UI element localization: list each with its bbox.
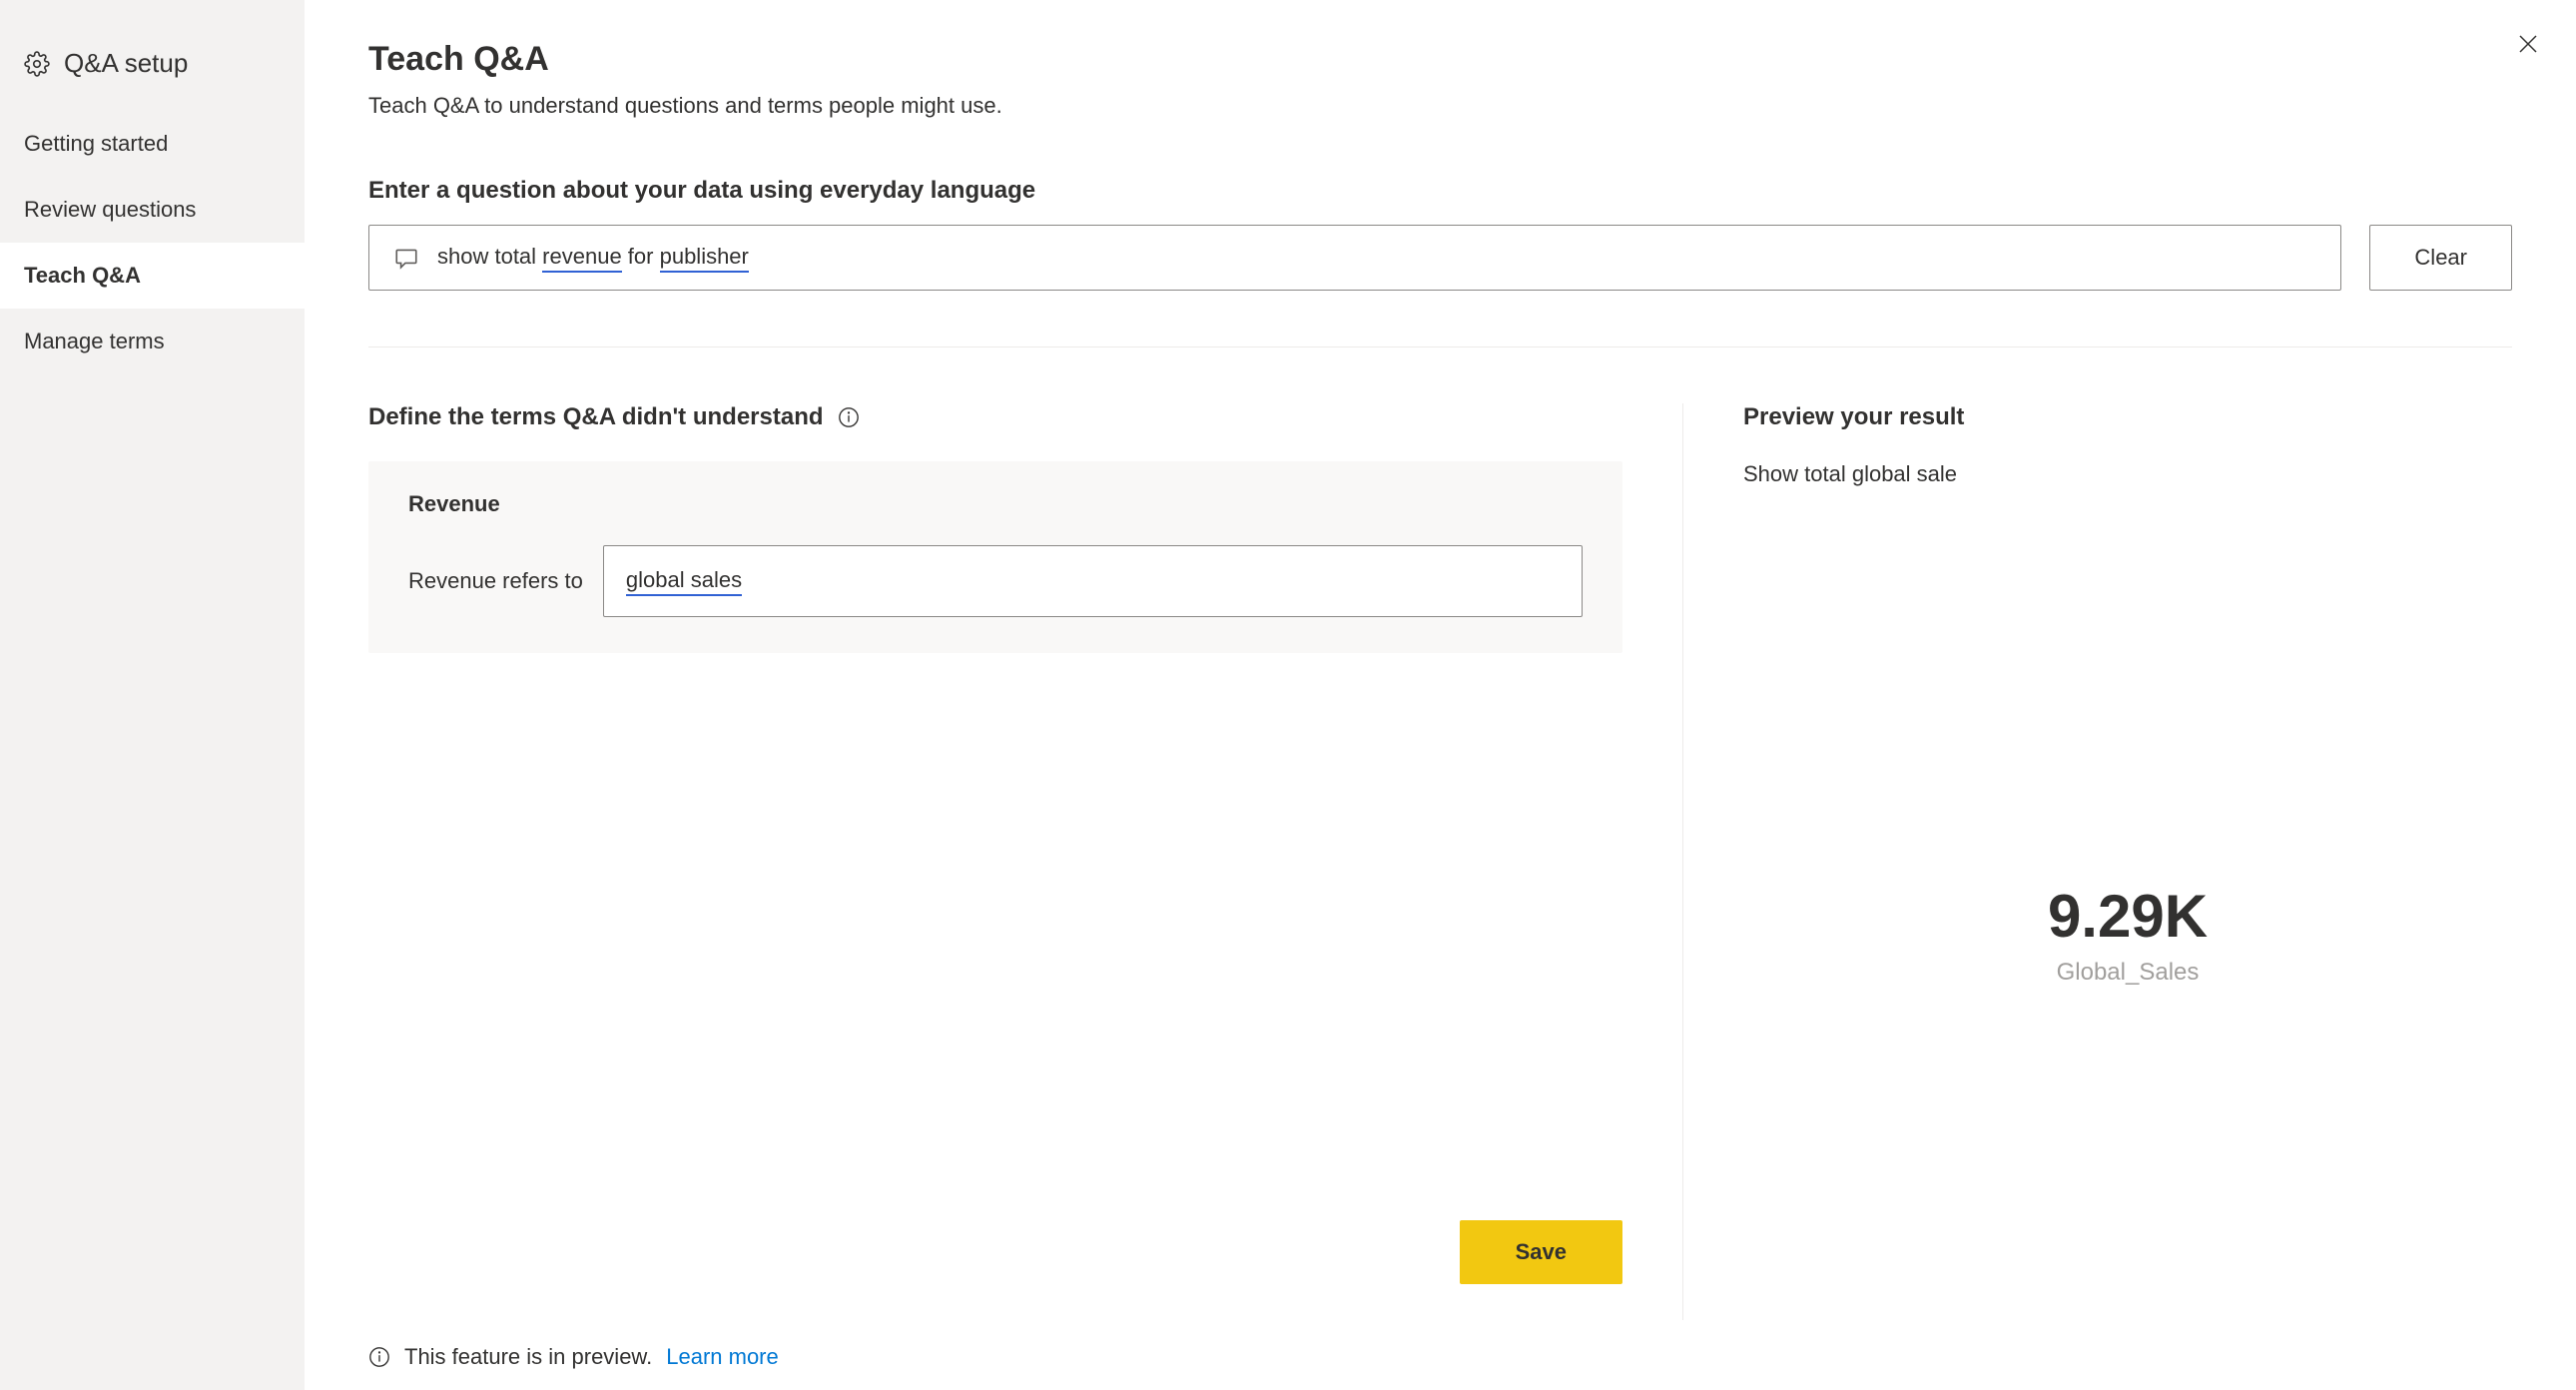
learn-more-link[interactable]: Learn more	[666, 1344, 779, 1370]
info-icon	[368, 1346, 390, 1368]
gear-icon	[24, 51, 50, 77]
define-heading: Define the terms Q&A didn't understand	[368, 403, 1622, 431]
close-icon	[2516, 32, 2540, 56]
question-text: show total revenue for publisher	[437, 244, 749, 273]
page-subtitle: Teach Q&A to understand questions and te…	[368, 93, 2512, 119]
page-title: Teach Q&A	[368, 40, 2512, 79]
preview-result: 9.29K Global_Sales	[1743, 547, 2512, 1320]
sidebar-item-label: Getting started	[24, 131, 168, 156]
term-input-text: global sales	[626, 567, 742, 596]
close-button[interactable]	[2512, 28, 2544, 60]
term-input[interactable]: global sales	[603, 545, 1583, 617]
sidebar-item-manage-terms[interactable]: Manage terms	[0, 309, 305, 374]
footer-text: This feature is in preview.	[404, 1344, 652, 1370]
question-row: show total revenue for publisher Clear	[368, 225, 2512, 291]
preview-query: Show total global sale	[1743, 461, 2512, 487]
clear-button[interactable]: Clear	[2369, 225, 2512, 291]
chat-icon	[393, 245, 419, 271]
footer: This feature is in preview. Learn more	[368, 1320, 2512, 1390]
save-row: Save	[368, 1220, 1622, 1320]
question-section-label: Enter a question about your data using e…	[368, 177, 2512, 205]
question-input[interactable]: show total revenue for publisher	[368, 225, 2341, 291]
sidebar-item-label: Manage terms	[24, 329, 165, 353]
term-row: Revenue refers to global sales	[408, 545, 1583, 617]
sidebar-title: Q&A setup	[64, 48, 188, 79]
result-value: 9.29K	[2048, 882, 2208, 951]
sidebar-item-getting-started[interactable]: Getting started	[0, 111, 305, 177]
term-title: Revenue	[408, 491, 1583, 517]
sidebar-header: Q&A setup	[0, 30, 305, 111]
sidebar: Q&A setup Getting started Review questio…	[0, 0, 305, 1390]
info-icon[interactable]	[838, 406, 860, 428]
sidebar-item-review-questions[interactable]: Review questions	[0, 177, 305, 243]
sidebar-item-label: Review questions	[24, 197, 196, 222]
sidebar-item-teach-qa[interactable]: Teach Q&A	[0, 243, 305, 309]
save-button[interactable]: Save	[1460, 1220, 1622, 1284]
result-label: Global_Sales	[2057, 959, 2200, 987]
define-column: Define the terms Q&A didn't understand R…	[368, 403, 1683, 1320]
preview-column: Preview your result Show total global sa…	[1683, 403, 2512, 1320]
term-row-label: Revenue refers to	[408, 568, 583, 594]
content-columns: Define the terms Q&A didn't understand R…	[368, 403, 2512, 1320]
sidebar-item-label: Teach Q&A	[24, 263, 141, 288]
preview-heading: Preview your result	[1743, 403, 2512, 431]
divider	[368, 347, 2512, 348]
main-content: Teach Q&A Teach Q&A to understand questi…	[305, 0, 2576, 1390]
term-card: Revenue Revenue refers to global sales	[368, 461, 1622, 653]
